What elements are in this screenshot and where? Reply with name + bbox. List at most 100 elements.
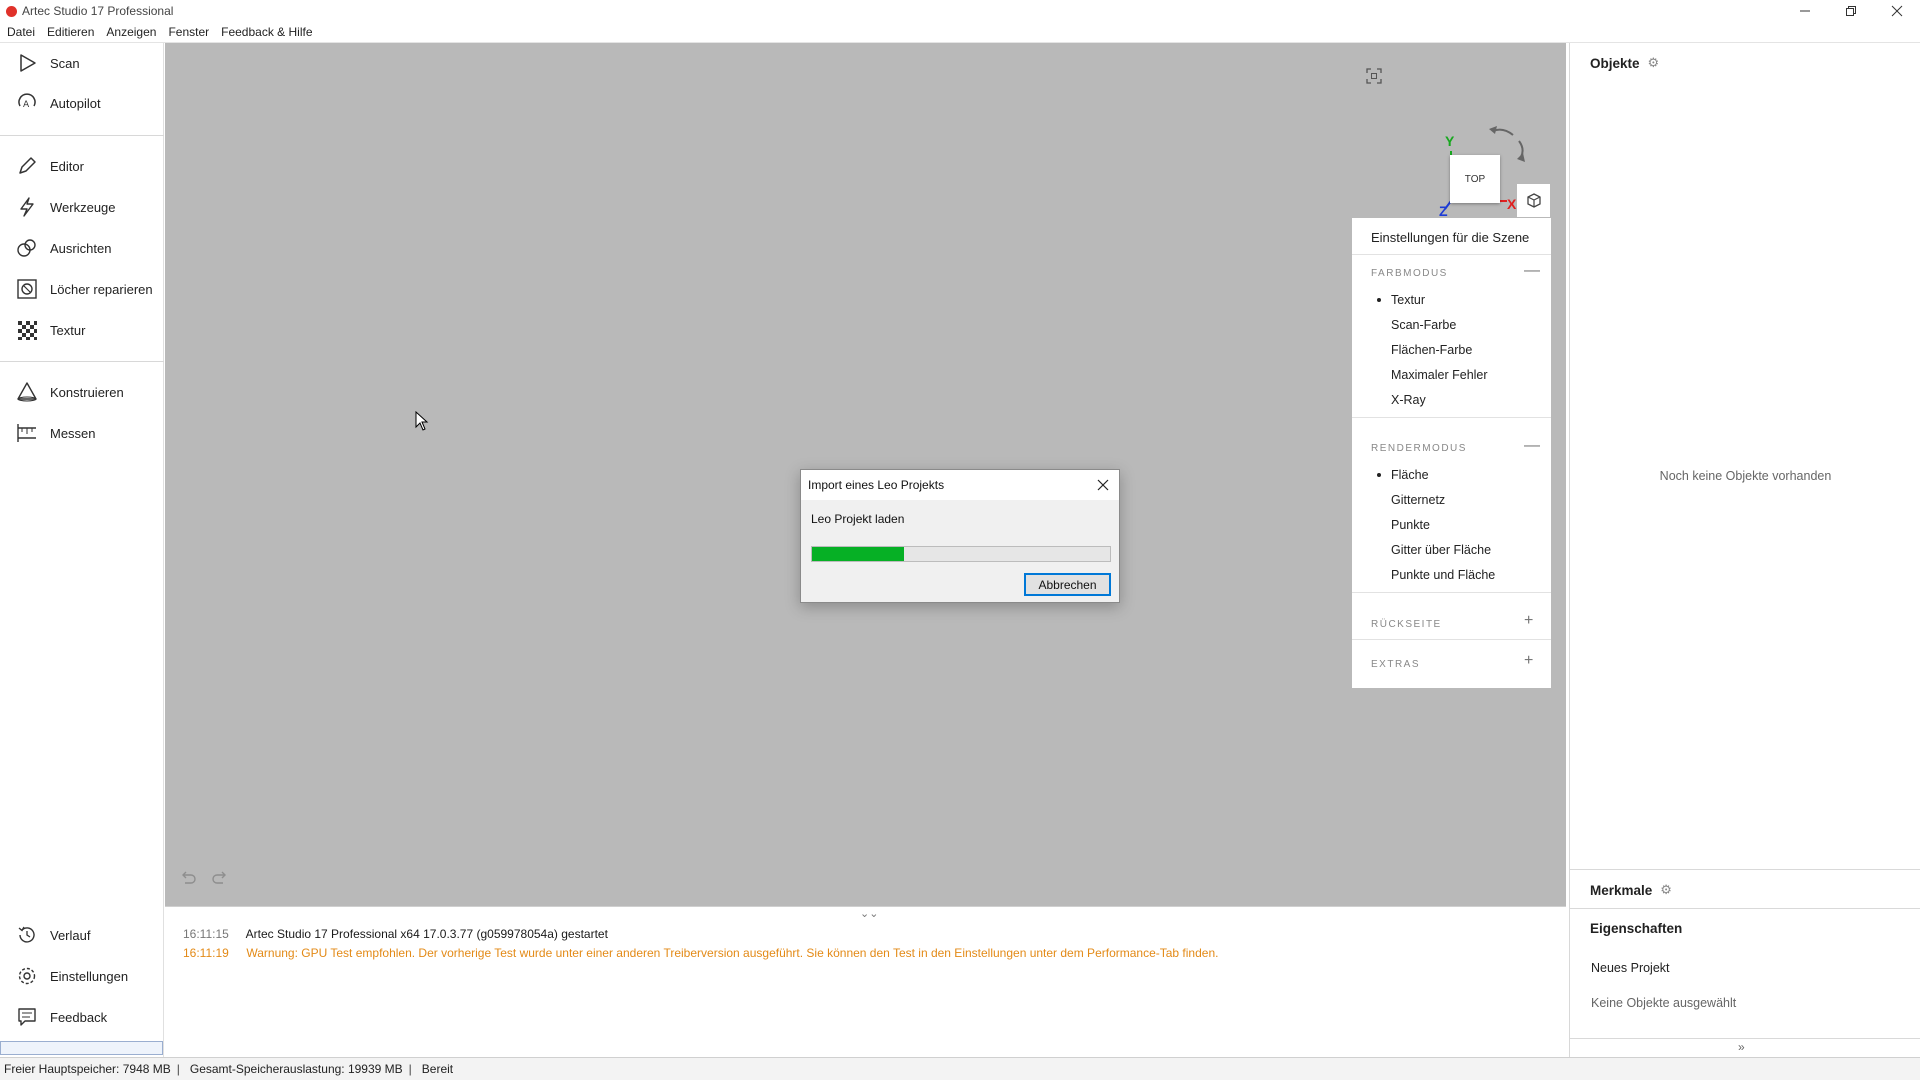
history-icon [14,922,40,948]
dialog-message: Leo Projekt laden [811,512,905,526]
align-icon [14,235,40,261]
extras-title: EXTRAS [1371,659,1421,670]
divider [1352,254,1551,255]
app-logo-icon [6,5,17,17]
divider [1352,639,1551,640]
sidebar-item-scan[interactable]: Scan [0,43,164,83]
expand-icon[interactable]: + [1524,653,1533,669]
undo-icon[interactable] [179,871,197,890]
objects-header: Objekte ⚙ [1590,55,1659,71]
sidebar-item-label: Ausrichten [50,240,112,256]
sidebar-item-tools[interactable]: Werkzeuge [0,187,164,227]
view-cube[interactable]: TOP [1450,155,1500,203]
sidebar-item-align[interactable]: Ausrichten [0,228,164,268]
scene-settings-button[interactable] [1517,184,1550,217]
sidebar-item-label: Löcher reparieren [50,281,153,297]
log-message: Warnung: GPU Test empfohlen. Der vorheri… [246,946,1219,960]
backside-title: RÜCKSEITE [1371,619,1442,630]
sidebar-item-label: Autopilot [50,95,101,111]
sidebar-divider [0,361,164,362]
collapse-icon[interactable]: — [1524,263,1540,279]
axis-x-label: X [1507,196,1517,212]
collapse-icon[interactable]: — [1524,438,1540,454]
divider [1570,1038,1920,1039]
render-mode-option[interactable]: Gitternetz [1391,493,1445,507]
menu-window[interactable]: Fenster [168,25,209,39]
render-mode-option[interactable]: Punkte und Fläche [1391,568,1495,582]
divider [1352,417,1551,418]
objects-title: Objekte [1590,55,1640,71]
gear-icon [14,963,40,989]
undo-redo-group [179,871,229,890]
menu-file[interactable]: Datei [7,25,35,39]
features-title: Merkmale [1590,882,1653,898]
restore-icon[interactable] [1828,0,1874,22]
collapse-log-icon[interactable]: ⌄⌄ [860,907,878,920]
features-header[interactable]: Merkmale ⚙ [1590,882,1672,898]
render-mode-option[interactable]: Punkte [1391,518,1430,532]
divider [1570,908,1920,909]
close-icon[interactable] [1874,0,1920,22]
title-bar: Artec Studio 17 Professional [0,0,1920,22]
color-mode-option[interactable]: Textur [1391,293,1425,307]
cancel-button[interactable]: Abbrechen [1024,573,1111,596]
color-mode-option[interactable]: Maximaler Fehler [1391,368,1488,382]
sidebar-item-feedback[interactable]: Feedback [0,997,164,1037]
sidebar-item-label: Werkzeuge [50,199,116,215]
gear-icon[interactable]: ⚙ [1660,882,1672,898]
sidebar-item-label: Textur [50,322,86,338]
log-time: 16:11:19 [183,946,229,960]
log-panel: ⌄⌄ 16:11:15 Artec Studio 17 Professional… [165,906,1566,1057]
expand-panel-icon[interactable]: » [1738,1040,1745,1054]
selected-dot [1377,473,1381,477]
sidebar-item-editor[interactable]: Editor [0,146,164,186]
sidebar-item-measure[interactable]: Messen [0,413,164,453]
sidebar-item-label: Editor [50,158,84,174]
sidebar-scrollbar[interactable] [0,1041,163,1055]
lightning-icon [14,194,40,220]
render-mode-title: RENDERMODUS [1371,443,1467,454]
color-mode-option[interactable]: X-Ray [1391,393,1426,407]
app-window: Artec Studio 17 Professional Datei Editi… [0,0,1920,1080]
measure-icon [14,420,40,446]
sidebar-item-texture[interactable]: Textur [0,310,164,350]
mouse-cursor-icon [415,410,429,436]
sidebar-item-construct[interactable]: Konstruieren [0,372,164,412]
log-time: 16:11:15 [183,927,229,941]
render-mode-option[interactable]: Gitter über Fläche [1391,543,1491,557]
total-memory-text: Gesamt-Speicherauslastung: 19939 MB [189,1062,403,1076]
log-message: Artec Studio 17 Professional x64 17.0.3.… [245,927,608,941]
render-mode-option[interactable]: Fläche [1391,468,1429,482]
dialog-title-bar: Import eines Leo Projekts [801,470,1119,500]
close-icon[interactable] [1093,475,1113,495]
fit-view-icon[interactable] [1365,67,1383,90]
sidebar-item-settings[interactable]: Einstellungen [0,956,164,996]
menu-bar: Datei Editieren Anzeigen Fenster Feedbac… [0,22,1920,43]
autopilot-icon: A [14,90,40,116]
window-title: Artec Studio 17 Professional [22,4,174,18]
menu-view[interactable]: Anzeigen [106,25,156,39]
sidebar-item-history[interactable]: Verlauf [0,915,164,955]
menu-feedback-help[interactable]: Feedback & Hilfe [221,25,312,39]
sidebar-item-label: Konstruieren [50,384,124,400]
sidebar-item-autopilot[interactable]: A Autopilot [0,83,164,123]
color-mode-option[interactable]: Flächen-Farbe [1391,343,1472,357]
feedback-icon [14,1004,40,1030]
objects-empty-text: Noch keine Objekte vorhanden [1659,469,1832,483]
gear-icon[interactable]: ⚙ [1648,55,1660,71]
redo-icon[interactable] [211,871,229,890]
svg-text:A: A [23,100,30,110]
scene-settings-panel: Einstellungen für die Szene FARBMODUS — … [1352,218,1551,688]
properties-header[interactable]: Eigenschaften [1590,921,1682,936]
color-mode-option[interactable]: Scan-Farbe [1391,318,1456,332]
minimize-icon[interactable] [1782,0,1828,22]
sidebar-item-label: Scan [50,55,80,71]
right-panel: Objekte ⚙ Noch keine Objekte vorhanden M… [1569,43,1920,1057]
sidebar-item-label: Einstellungen [50,968,129,984]
menu-edit[interactable]: Editieren [47,25,94,39]
expand-icon[interactable]: + [1524,613,1533,629]
sidebar-item-fill-holes[interactable]: Löcher reparieren [0,269,164,309]
progress-fill [812,547,905,561]
selected-dot [1377,298,1381,302]
color-mode-title: FARBMODUS [1371,268,1448,279]
